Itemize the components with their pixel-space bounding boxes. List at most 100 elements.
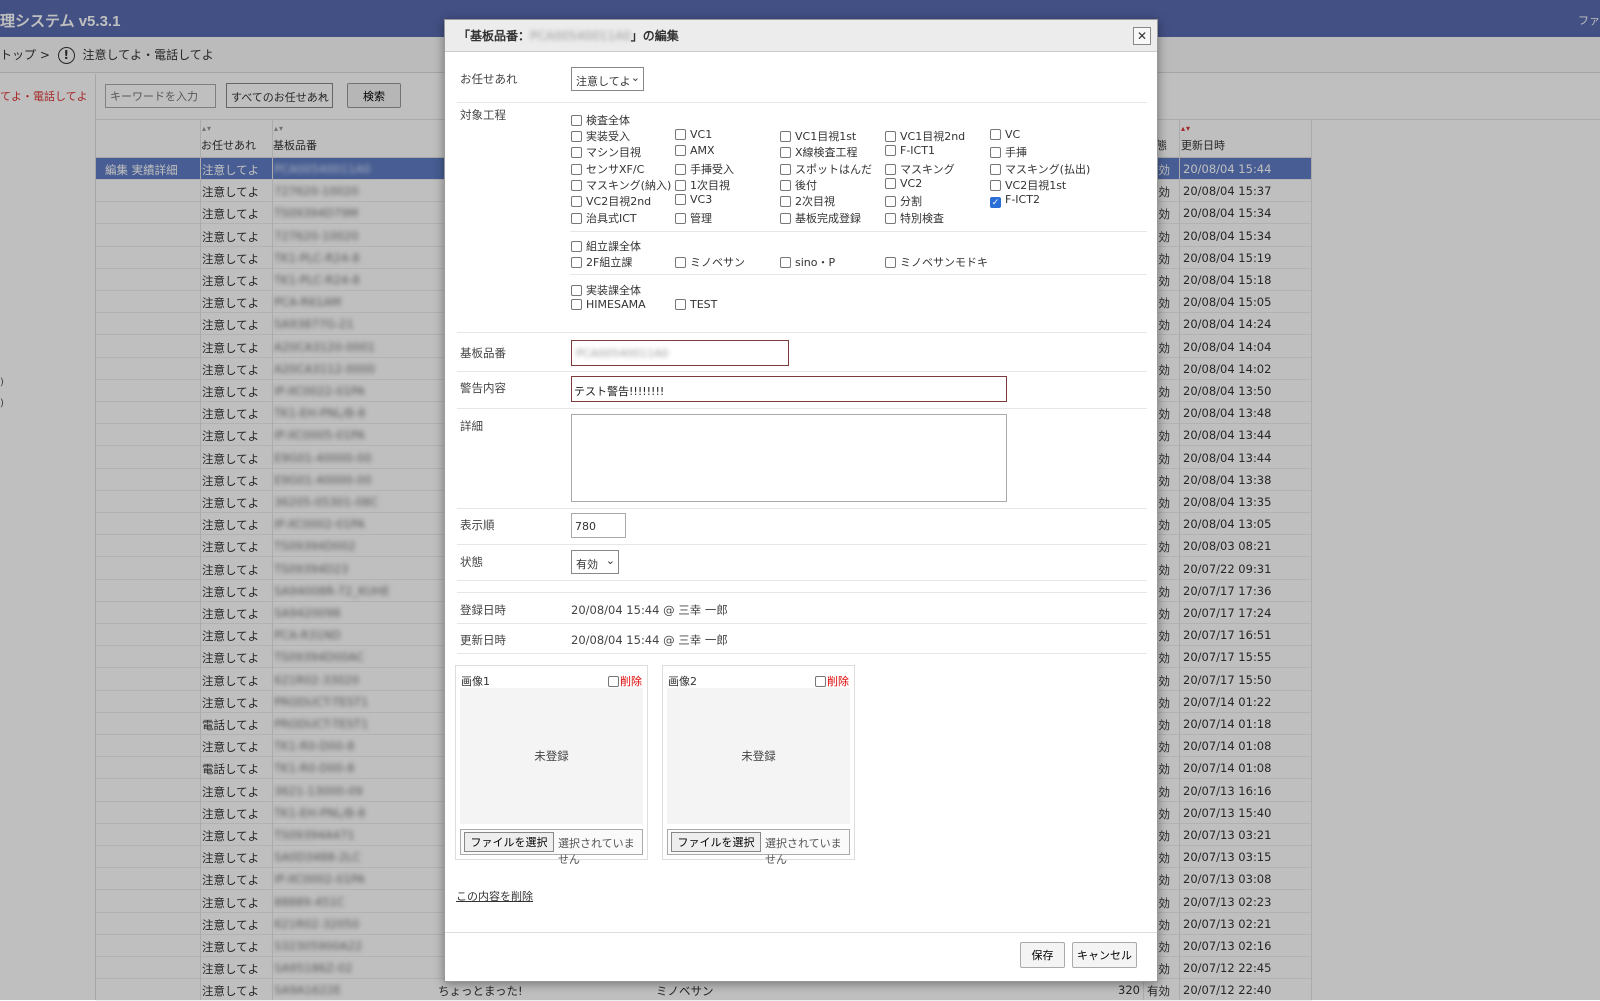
checkbox-icon[interactable]	[990, 163, 1001, 175]
process-checkbox[interactable]: X線検査工程	[780, 144, 858, 160]
checkbox-label: 組立課全体	[586, 240, 641, 253]
delete-record-link[interactable]: この内容を削除	[456, 888, 533, 904]
process-checkbox[interactable]: 管理	[675, 210, 712, 226]
process-checkbox[interactable]: 1次目視	[675, 177, 730, 193]
choose-file-button[interactable]: ファイルを選択	[671, 832, 761, 852]
detail-textarea[interactable]	[571, 414, 1007, 502]
checkbox-icon[interactable]	[780, 163, 791, 175]
process-checkbox[interactable]: センサXF/C	[571, 161, 644, 177]
process-checkbox[interactable]: 検査全体	[571, 112, 630, 128]
process-checkbox[interactable]: 後付	[780, 177, 817, 193]
status-select[interactable]: 有効 ⌄	[571, 550, 619, 574]
file-input[interactable]: ファイルを選択 選択されていません	[460, 829, 643, 866]
process-checkbox[interactable]: VC	[990, 128, 1020, 141]
checkbox-icon[interactable]	[571, 196, 582, 208]
process-checkbox[interactable]: ミノベサン	[675, 254, 745, 270]
warning-input[interactable]: テスト警告!!!!!!!!	[571, 376, 1007, 402]
checkbox-icon[interactable]	[780, 257, 791, 268]
part-number-input[interactable]: PCA00540011A0	[571, 340, 789, 366]
image-delete-checkbox[interactable]: 削除	[608, 673, 642, 689]
checkbox-icon[interactable]	[571, 179, 582, 191]
checkbox-icon[interactable]	[675, 129, 686, 140]
process-checkbox[interactable]: 分割	[885, 193, 922, 209]
checkbox-label: VC2	[900, 176, 923, 190]
process-checkbox[interactable]: ミノベサンモドキ	[885, 254, 988, 270]
cancel-button[interactable]: キャンセル	[1072, 942, 1137, 968]
process-checkbox[interactable]: ✓ F-ICT2	[990, 193, 1040, 209]
image-delete-checkbox[interactable]: 削除	[815, 673, 849, 689]
process-checkbox[interactable]: マスキング	[885, 161, 955, 177]
process-checkbox[interactable]: sino・P	[780, 254, 835, 270]
checkbox-icon[interactable]	[990, 147, 1001, 159]
checkbox-icon[interactable]	[780, 147, 791, 159]
dialog-footer-divider	[445, 932, 1157, 933]
process-checkbox[interactable]: マスキング(払出)	[990, 161, 1090, 177]
checkbox-icon[interactable]	[780, 212, 791, 224]
checkbox-icon[interactable]	[571, 212, 582, 224]
process-checkbox[interactable]: マシン目視	[571, 144, 641, 160]
checkbox-icon[interactable]	[885, 177, 896, 189]
process-checkbox[interactable]: 2F組立課	[571, 254, 632, 270]
save-button[interactable]: 保存	[1020, 942, 1065, 968]
process-checkbox[interactable]: VC1目視2nd	[885, 128, 965, 144]
checkbox-icon[interactable]	[885, 131, 896, 142]
checkbox-icon[interactable]	[885, 163, 896, 175]
checkbox-label: VC2目視2nd	[586, 195, 652, 209]
checkbox-icon[interactable]	[571, 257, 582, 268]
process-checkbox[interactable]: 特別検査	[885, 210, 944, 226]
process-checkbox[interactable]: AMX	[675, 144, 715, 157]
checkbox-label: 手挿	[1005, 146, 1027, 160]
process-checkbox[interactable]: マスキング(納入)	[571, 177, 671, 193]
checkbox-icon[interactable]	[675, 179, 686, 191]
choose-file-button[interactable]: ファイルを選択	[464, 832, 554, 852]
process-checkbox[interactable]: TEST	[675, 298, 717, 311]
process-checkbox[interactable]: HIMESAMA	[571, 298, 646, 311]
process-checkbox[interactable]: スポットはんだ	[780, 161, 872, 177]
checkbox-icon[interactable]	[571, 131, 582, 142]
checkbox-icon[interactable]	[885, 145, 896, 157]
checkbox-icon[interactable]	[675, 163, 686, 175]
checkbox-icon[interactable]	[675, 212, 686, 224]
process-checkbox[interactable]: 治具式ICT	[571, 210, 637, 226]
checkbox-icon[interactable]	[675, 257, 686, 268]
checkbox-icon[interactable]	[885, 212, 896, 224]
process-checkbox[interactable]: VC2目視2nd	[571, 193, 651, 209]
checkbox-icon[interactable]	[571, 147, 582, 159]
checkbox-icon[interactable]	[675, 145, 686, 157]
checkbox-icon[interactable]	[675, 299, 686, 310]
process-checkbox[interactable]: VC1	[675, 128, 712, 141]
checkbox-icon[interactable]	[885, 196, 896, 208]
checkbox-icon[interactable]	[571, 163, 582, 175]
process-checkbox[interactable]: VC1目視1st	[780, 128, 856, 144]
checkbox-icon[interactable]	[885, 257, 896, 268]
checkbox-icon[interactable]	[780, 131, 791, 142]
chevron-down-icon: ⌄	[630, 71, 640, 84]
file-input[interactable]: ファイルを選択 選択されていません	[667, 829, 850, 866]
checkbox-icon[interactable]	[571, 285, 582, 296]
process-checkbox[interactable]: 実装受入	[571, 128, 630, 144]
checkbox-icon[interactable]	[571, 115, 582, 126]
process-checkbox[interactable]: 2次目視	[780, 193, 835, 209]
checkbox-icon[interactable]: ✓	[990, 197, 1001, 209]
checkbox-icon[interactable]	[571, 299, 582, 310]
checkbox-icon[interactable]	[780, 179, 791, 191]
process-checkbox[interactable]: VC2目視1st	[990, 177, 1066, 193]
assignee-select[interactable]: 注意してよ ⌄	[571, 67, 644, 91]
checkbox-icon[interactable]	[990, 179, 1001, 191]
checkbox-icon[interactable]	[990, 129, 1001, 140]
process-checkbox[interactable]: VC3	[675, 193, 712, 206]
close-icon[interactable]: ✕	[1133, 27, 1151, 45]
process-checkbox[interactable]: 手挿受入	[675, 161, 734, 177]
process-checkbox[interactable]: 組立課全体	[571, 238, 641, 254]
process-checkbox[interactable]: F-ICT1	[885, 144, 935, 157]
process-checkbox[interactable]: VC2	[885, 177, 922, 190]
checkbox-icon[interactable]	[780, 196, 791, 208]
process-checkbox[interactable]: 手挿	[990, 144, 1027, 160]
display-order-input[interactable]: 780	[571, 513, 626, 538]
checkbox-icon[interactable]	[675, 194, 686, 206]
checkbox-icon[interactable]	[571, 241, 582, 252]
process-checkbox[interactable]: 実装課全体	[571, 282, 641, 298]
assignee-value: 注意してよ	[576, 75, 631, 88]
process-checkbox[interactable]: 基板完成登録	[780, 210, 861, 226]
checkbox-label: TEST	[690, 298, 718, 311]
